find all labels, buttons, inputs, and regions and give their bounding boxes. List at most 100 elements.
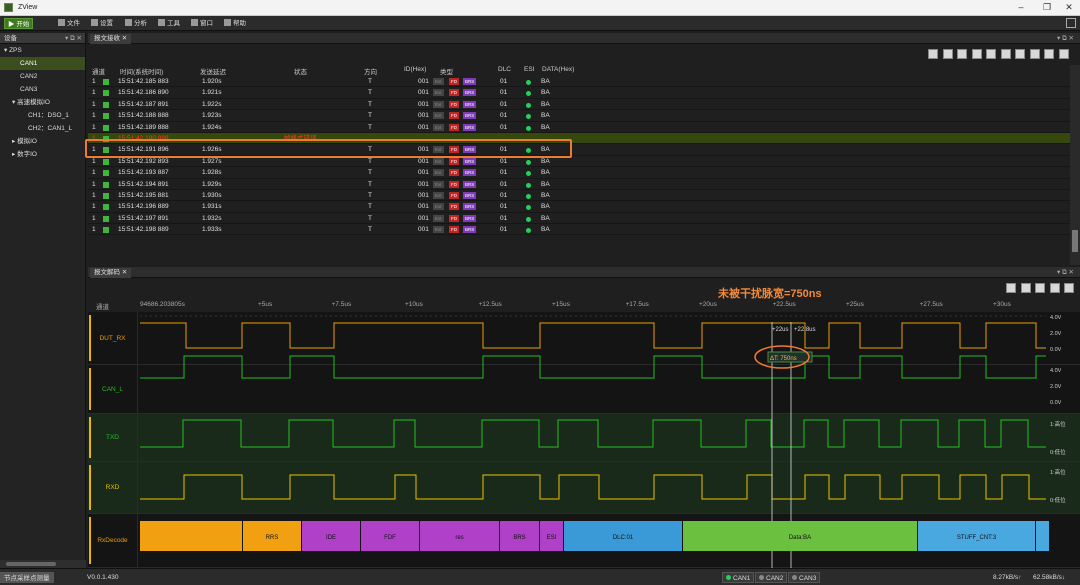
decode-panel-controls[interactable]: ▾ ⧉ ✕ — [1057, 268, 1074, 277]
rx-toolbar-button-icon[interactable] — [971, 49, 982, 59]
row-checkbox[interactable] — [103, 192, 109, 199]
table-row[interactable]: 1 15:51:42.188 888 1.923s T 001 Ext FD BRS 01 BA — [88, 110, 1070, 122]
row-checkbox[interactable] — [103, 101, 109, 108]
column-header[interactable]: ESI — [524, 66, 534, 73]
column-header[interactable]: ID(Hex) — [404, 66, 426, 73]
cell-data: BA — [541, 78, 550, 85]
status-can2[interactable]: CAN2 — [755, 572, 788, 583]
row-checkbox[interactable] — [103, 215, 109, 222]
tab-message-decode[interactable]: 报文解码 ✕ — [90, 268, 132, 278]
tree-item[interactable]: CAN3 — [0, 83, 85, 96]
rx-toolbar-button-icon[interactable] — [942, 49, 953, 59]
cell-delay: 1.932s — [202, 214, 222, 222]
tree-item[interactable]: CAN1 — [0, 57, 85, 70]
row-checkbox[interactable] — [103, 79, 109, 85]
table-row[interactable]: 1 15:51:42.189 888 1.924s T 001 Ext FD BRS 01 BA — [88, 122, 1070, 133]
rx-toolbar-button-icon[interactable] — [1058, 49, 1069, 59]
tree-item[interactable]: ▸ 数字IO — [0, 148, 85, 161]
sidebar-scrollbar[interactable] — [0, 560, 86, 568]
tree-item[interactable]: ▸ 模拟IO — [0, 135, 85, 148]
tree-item-label: 高速模拟IO — [17, 99, 50, 106]
table-row[interactable]: 1 15:51:42.196 889 1.931s T 001 Ext FD BRS 01 BA — [88, 201, 1070, 213]
column-header[interactable]: DLC — [498, 66, 511, 73]
menu-tools[interactable]: 工具 — [155, 18, 183, 29]
cell-time: 15:51:42.187 891 — [118, 100, 169, 108]
table-row[interactable]: 1 15:51:42.197 891 1.932s T 001 Ext FD BRS 01 BA — [88, 213, 1070, 225]
tree-item-label: CAN1 — [20, 60, 38, 67]
tree-item[interactable]: CAN2 — [0, 70, 85, 83]
home-icon[interactable] — [1066, 18, 1076, 28]
tree-item-label: 模拟IO — [17, 138, 37, 145]
decode-toolbar-button-icon[interactable] — [1049, 283, 1060, 293]
folder-icon — [58, 19, 65, 26]
cell-dir: T — [368, 226, 372, 234]
decode-toolbar-button-icon[interactable] — [1035, 283, 1045, 293]
rx-toolbar-button-icon[interactable] — [986, 49, 996, 59]
column-header[interactable]: 类型 — [440, 66, 453, 76]
start-button[interactable]: ▶ 开始 — [4, 18, 34, 29]
decode-toolbar-button-icon[interactable] — [1006, 283, 1016, 293]
tab-message-receive[interactable]: 报文接收 ✕ — [90, 34, 132, 44]
type-badge: BRS — [463, 180, 477, 188]
table-row[interactable]: 1 15:51:42.193 887 1.928s T 001 Ext FD BRS 01 BA — [88, 167, 1070, 179]
rx-toolbar-button-icon[interactable] — [1044, 49, 1054, 59]
rx-panel-controls[interactable]: ▾ ⧉ ✕ — [1057, 34, 1074, 43]
esi-indicator — [526, 114, 531, 120]
status-can3[interactable]: CAN3 — [788, 572, 821, 583]
type-badge: FD — [449, 203, 459, 211]
column-header[interactable]: 方向 — [364, 66, 377, 76]
waveform-trace — [140, 355, 1046, 379]
minimize-icon[interactable]: – — [1014, 2, 1028, 12]
ruler-tick-label: +17.5us — [625, 301, 649, 308]
type-badge: FD — [449, 112, 459, 120]
tree-item-label: 数字IO — [17, 151, 37, 158]
column-header[interactable]: 状态 — [294, 66, 307, 76]
status-can1[interactable]: CAN1 — [722, 572, 755, 583]
close-icon[interactable]: ✕ — [1062, 2, 1076, 13]
cell-dlc: 01 — [500, 123, 508, 131]
table-row[interactable]: 1 15:51:42.187 891 1.922s T 001 Ext FD BRS 01 BA — [88, 99, 1070, 111]
rx-toolbar-button-icon[interactable] — [957, 49, 967, 59]
rx-scrollbar[interactable] — [1070, 65, 1080, 265]
menu-window[interactable]: 窗口 — [188, 18, 216, 29]
panel-controls[interactable]: ▾ ⧉ ✕ — [65, 33, 82, 44]
row-checkbox[interactable] — [103, 204, 109, 211]
row-checkbox[interactable] — [103, 227, 109, 234]
menu-help[interactable]: 帮助 — [221, 18, 249, 29]
table-row[interactable]: 1 15:51:42.186 890 1.921s T 001 Ext FD BRS 01 BA — [88, 87, 1070, 99]
row-checkbox[interactable] — [103, 158, 109, 165]
column-header[interactable]: 时间(系统时间) — [120, 66, 163, 76]
table-row[interactable]: 1 15:51:42.185 883 1.920s T 001 Ext FD BRS 01 BA — [88, 76, 1070, 88]
row-checkbox[interactable] — [103, 181, 109, 188]
cell-dlc: 01 — [500, 78, 508, 85]
menu-settings[interactable]: 设置 — [88, 18, 116, 29]
table-row[interactable]: 1 15:51:42.195 881 1.930s T 001 Ext FD BRS 01 BA — [88, 190, 1070, 202]
rx-toolbar-button-icon[interactable] — [1000, 49, 1011, 59]
column-header[interactable]: 通道 — [92, 66, 105, 76]
tree-item[interactable]: ▾ 高速模拟IO — [0, 96, 85, 109]
cell-ch: 1 — [92, 191, 96, 199]
rx-toolbar-button-icon[interactable] — [1015, 49, 1025, 59]
table-row[interactable]: 1 15:51:42.194 891 1.929s T 001 Ext FD BRS 01 BA — [88, 179, 1070, 190]
menu-file[interactable]: 文件 — [55, 18, 83, 29]
tree-item[interactable]: ▾ ZPS — [0, 44, 85, 57]
column-header[interactable]: DATA(Hex) — [542, 66, 574, 73]
column-header[interactable]: 发送延迟 — [200, 66, 226, 76]
rx-toolbar-button-icon[interactable] — [928, 49, 938, 59]
tree-item[interactable]: CH2：CAN1_L — [0, 122, 85, 135]
rx-toolbar — [88, 44, 1080, 64]
menu-analysis[interactable]: 分析 — [122, 18, 150, 29]
row-checkbox[interactable] — [103, 113, 109, 120]
decode-toolbar-button-icon[interactable] — [1064, 283, 1074, 293]
tree-item[interactable]: CH1：DSO_1 — [0, 109, 85, 122]
rx-toolbar-button-icon[interactable] — [1029, 49, 1040, 59]
menu-file-label: 文件 — [67, 20, 80, 27]
row-checkbox[interactable] — [103, 124, 109, 131]
decode-segment-label: IDE — [326, 535, 336, 541]
row-checkbox[interactable] — [103, 170, 109, 177]
start-button-label: 开始 — [16, 21, 30, 28]
decode-toolbar-button-icon[interactable] — [1020, 283, 1031, 293]
restore-icon[interactable]: ❐ — [1040, 2, 1054, 13]
row-checkbox[interactable] — [103, 90, 109, 97]
table-row[interactable]: 1 15:51:42.198 889 1.933s T 001 Ext FD BRS 01 BA — [88, 224, 1070, 236]
